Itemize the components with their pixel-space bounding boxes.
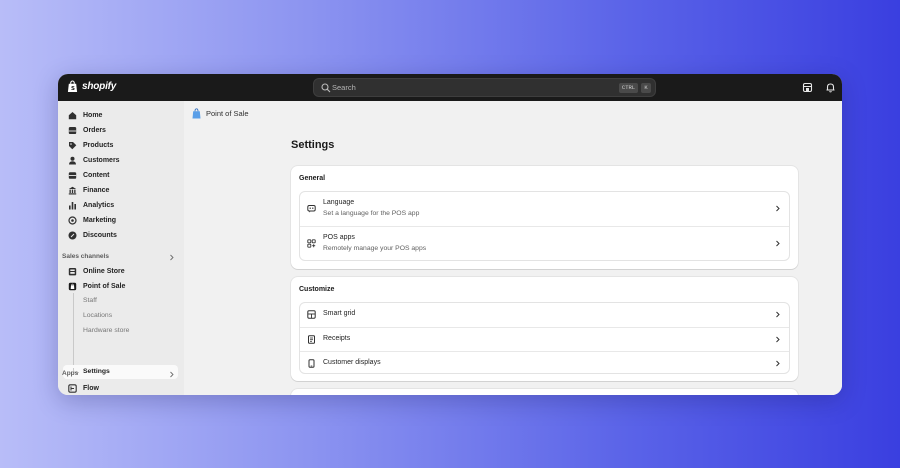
chevron-right-icon[interactable] (168, 254, 175, 261)
shortcut-k-key: K (641, 83, 651, 93)
pos-icon (68, 282, 77, 290)
orders-icon (68, 126, 77, 134)
general-settings-list: Language Set a language for the POS app … (299, 191, 790, 261)
app-window: S shopify Search CTRL K Home Orders Prod… (58, 74, 842, 395)
subnav-item-staff[interactable]: Staff (83, 297, 97, 304)
sidebar-item-label: Analytics (83, 201, 115, 209)
sidebar-item-point-of-sale[interactable]: Point of Sale (68, 279, 125, 293)
sidebar-item-label: Customers (83, 156, 120, 164)
home-icon (68, 111, 77, 119)
row-title: Language (323, 199, 355, 206)
setting-row-receipts[interactable]: Receipts (300, 327, 789, 351)
sidebar-item-label: Products (83, 141, 114, 149)
top-bar: S shopify Search CTRL K (58, 74, 842, 101)
language-icon (307, 205, 316, 213)
sidebar-item-discounts[interactable]: Discounts (68, 228, 117, 242)
row-title: Smart grid (323, 310, 356, 317)
chevron-right-icon (776, 360, 780, 367)
search-icon (321, 83, 331, 93)
sidebar-item-label: Flow (83, 384, 99, 392)
subnav-item-settings[interactable] (63, 365, 178, 379)
chevron-right-icon[interactable] (168, 371, 175, 378)
bank-icon (68, 186, 77, 194)
setting-row-language[interactable]: Language Set a language for the POS app (300, 192, 789, 226)
flow-icon (68, 383, 77, 393)
sidebar-item-content[interactable]: Content (68, 168, 109, 182)
subnav-item-hardware-store[interactable]: Hardware store (83, 327, 129, 334)
general-card: General Language Set a language for the … (291, 166, 798, 269)
content-icon (68, 171, 77, 179)
shopify-logo[interactable]: S shopify (67, 80, 116, 93)
sidebar-item-label: Content (83, 171, 110, 179)
sidebar-item-label: Finance (83, 186, 110, 194)
subnav-item-locations[interactable]: Locations (83, 312, 112, 319)
chevron-right-icon (776, 240, 780, 247)
setting-row-smart-grid[interactable]: Smart grid (300, 303, 789, 327)
bar-chart-icon (69, 201, 76, 209)
shortcut-ctrl-key: CTRL (619, 83, 638, 93)
row-title: POS apps (323, 234, 355, 241)
card-title-general: General (299, 175, 326, 182)
target-icon (68, 215, 77, 225)
pos-bag-icon (192, 108, 201, 119)
sidebar-item-marketing[interactable]: Marketing (68, 213, 116, 227)
chevron-right-icon (776, 311, 780, 318)
sidebar: Home Orders Products Customers Content F… (58, 101, 184, 395)
breadcrumb[interactable]: Point of Sale (192, 108, 249, 119)
sidebar-item-analytics[interactable]: Analytics (68, 198, 114, 212)
sidebar-item-online-store[interactable]: Online Store (68, 264, 125, 278)
sidebar-item-label: Online Store (83, 267, 125, 275)
person-icon (69, 156, 76, 164)
sidebar-item-orders[interactable]: Orders (68, 123, 106, 137)
customize-card: Customize Smart grid Receipts Customer d… (291, 277, 798, 381)
search-input[interactable]: Search CTRL K (313, 78, 656, 97)
bell-icon[interactable] (825, 82, 836, 93)
discount-icon (68, 231, 77, 239)
sidebar-item-finance[interactable]: Finance (68, 183, 109, 197)
shopify-bag-icon: S (67, 80, 78, 92)
svg-text:S: S (71, 86, 75, 92)
tag-icon (69, 141, 77, 149)
apps-icon (307, 239, 316, 248)
sidebar-item-label: Point of Sale (83, 282, 126, 290)
subnav-connector-line (73, 293, 74, 368)
apps-heading: Apps (62, 370, 79, 377)
online-store-icon (68, 267, 77, 275)
sidebar-item-flow[interactable]: Flow (68, 381, 99, 395)
row-title: Receipts (323, 335, 351, 342)
customize-settings-list: Smart grid Receipts Customer displays (299, 302, 790, 374)
smart-grid-icon (307, 310, 316, 319)
next-card-peek (291, 389, 798, 395)
sidebar-item-customers[interactable]: Customers (68, 153, 120, 167)
sidebar-item-label: Marketing (83, 216, 117, 224)
chevron-right-icon (776, 336, 780, 343)
setting-row-customer-displays[interactable]: Customer displays (300, 351, 789, 375)
subnav-item-settings-label: Settings (83, 368, 110, 375)
sidebar-item-home[interactable]: Home (68, 108, 102, 122)
search-placeholder: Search (332, 83, 356, 92)
main-content: Point of Sale Settings General Language … (184, 101, 842, 395)
breadcrumb-label: Point of Sale (206, 109, 249, 118)
row-subtitle: Remotely manage your POS apps (323, 245, 427, 252)
row-subtitle: Set a language for the POS app (323, 210, 420, 217)
sales-channels-heading: Sales channels (62, 253, 109, 260)
chevron-right-icon (776, 205, 780, 212)
receipt-icon (308, 335, 315, 344)
card-title-customize: Customize (299, 286, 335, 293)
brand-name: shopify (82, 81, 117, 92)
page-title: Settings (291, 139, 335, 151)
sidebar-item-label: Home (83, 111, 103, 119)
sidebar-item-products[interactable]: Products (68, 138, 113, 152)
sidebar-item-label: Orders (83, 126, 106, 134)
store-icon[interactable] (802, 82, 813, 93)
display-icon (308, 359, 315, 368)
setting-row-pos-apps[interactable]: POS apps Remotely manage your POS apps (300, 226, 789, 260)
row-title: Customer displays (323, 359, 381, 366)
sidebar-item-label: Discounts (83, 231, 117, 239)
